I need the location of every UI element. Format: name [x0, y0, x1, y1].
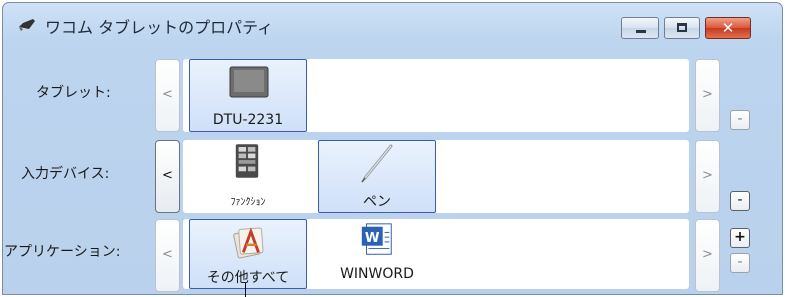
display-tablet-icon	[229, 66, 269, 98]
maximize-icon	[677, 23, 687, 32]
tablet-row-label: タブレット:	[36, 85, 111, 101]
function-item-label: ﾌｧﾝｸｼｮﾝ	[230, 197, 266, 208]
input-device-scroll-right-button[interactable]: >	[695, 140, 720, 213]
application-item-all-others[interactable]: その他すべて	[189, 219, 307, 289]
input-device-scroll-left-button[interactable]: <	[155, 140, 180, 213]
window-title: ワコム タブレットのプロパティ	[45, 18, 274, 37]
tablet-item-label: DTU-2231	[212, 112, 284, 128]
word-icon: W	[361, 223, 392, 255]
pen-item-label: ペン	[363, 194, 391, 210]
input-device-item-function[interactable]: ﾌｧﾝｸｼｮﾝ	[189, 140, 307, 213]
application-remove-button[interactable]: -	[730, 253, 750, 273]
function-keys-icon	[235, 144, 259, 178]
application-scroll-right-button[interactable]: >	[695, 219, 720, 292]
input-device-list: ﾌｧﾝｸｼｮﾝ ペン	[183, 140, 689, 213]
title-bar[interactable]: ワコム タブレットのプロパティ ✕	[3, 3, 782, 45]
tablet-scroll-left-button[interactable]: <	[155, 59, 180, 132]
close-button[interactable]: ✕	[705, 17, 751, 39]
tablet-remove-button[interactable]: -	[730, 110, 750, 130]
application-add-button[interactable]: +	[730, 228, 750, 248]
application-item-winword[interactable]: W WINWORD	[318, 219, 436, 289]
text-cursor	[245, 283, 246, 297]
tablet-item-dtu-2231[interactable]: DTU-2231	[189, 59, 307, 132]
winword-item-label: WINWORD	[340, 266, 414, 282]
all-others-item-label: その他すべて	[206, 270, 290, 286]
minimize-button[interactable]	[621, 17, 659, 39]
properties-window: ワコム タブレットのプロパティ ✕ タブレット: < DTU-2231 > - …	[2, 2, 783, 295]
input-device-remove-button[interactable]: -	[730, 191, 750, 211]
application-row-label: アプリケーション:	[4, 244, 121, 260]
tablet-scroll-right-button[interactable]: >	[695, 59, 720, 132]
all-other-apps-icon	[233, 227, 264, 259]
tablet-list: DTU-2231	[183, 59, 689, 132]
application-scroll-left-button[interactable]: <	[155, 219, 180, 292]
minimize-icon	[636, 30, 646, 33]
input-device-item-pen[interactable]: ペン	[318, 140, 436, 213]
pen-icon	[19, 19, 35, 31]
close-icon: ✕	[721, 19, 735, 37]
input-device-row-label: 入力デバイス:	[21, 166, 110, 182]
application-list: その他すべて W WINWORD	[183, 219, 689, 289]
svg-text:W: W	[365, 231, 380, 246]
pen-icon	[361, 144, 393, 183]
maximize-button[interactable]	[664, 17, 700, 39]
